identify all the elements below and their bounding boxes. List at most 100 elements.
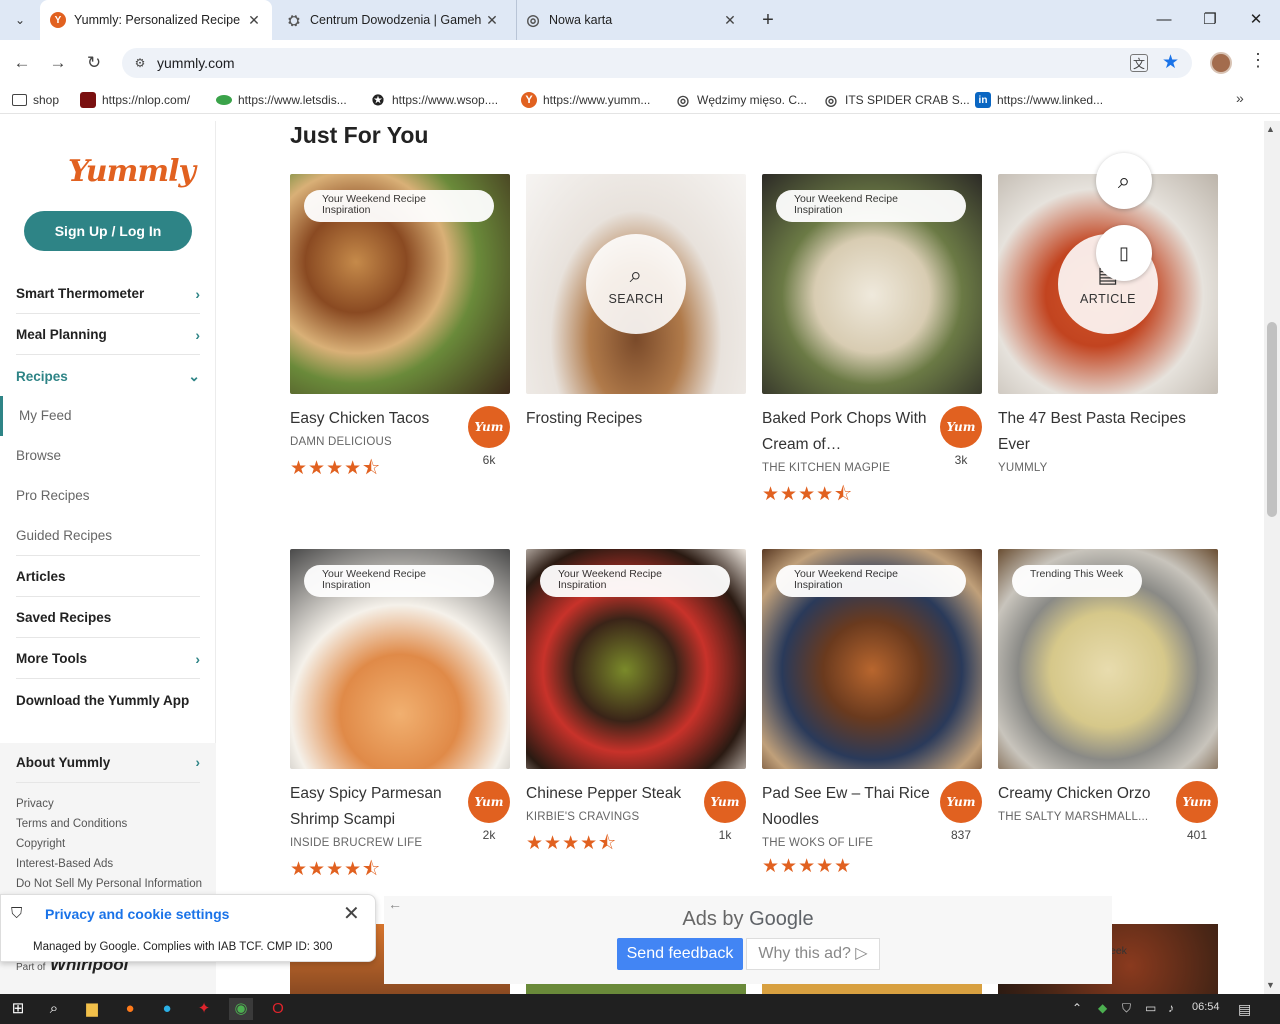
scrollbar-thumb[interactable] xyxy=(1267,322,1277,517)
volume-icon[interactable]: ♪ xyxy=(1168,1001,1174,1015)
close-icon[interactable]: ✕ xyxy=(343,901,360,926)
recipe-image[interactable]: Your Weekend Recipe Inspiration xyxy=(290,549,510,769)
search-icon[interactable]: ⌕ xyxy=(42,998,66,1020)
url-text[interactable]: yummly.com xyxy=(157,55,235,71)
sidebar-item-smart-thermometer[interactable]: Smart Thermometer › xyxy=(16,274,200,314)
tab-gamehag[interactable]: ⛭ Centrum Dowodzenia | Gameh ✕ xyxy=(278,0,510,40)
bookmark-spider-crab[interactable]: ◎ ITS SPIDER CRAB S... xyxy=(823,90,970,110)
close-window-icon[interactable]: ✕ xyxy=(1236,6,1276,34)
footer-link-terms[interactable]: Terms and Conditions xyxy=(16,818,127,830)
article-title[interactable]: The 47 Best Pasta Recipes Ever xyxy=(998,406,1218,458)
tab-new[interactable]: ◎ Nowa karta ✕ xyxy=(516,0,748,40)
search-overlay[interactable]: ⌕ SEARCH xyxy=(586,234,686,334)
close-tab-icon[interactable]: ✕ xyxy=(720,12,740,29)
bookmark-shop[interactable]: shop xyxy=(12,90,59,110)
taskbar-clock[interactable]: 06:54 xyxy=(1192,1001,1220,1013)
profile-avatar[interactable] xyxy=(1210,52,1232,74)
file-explorer-icon[interactable]: ▆ xyxy=(80,998,104,1020)
footer-link-privacy[interactable]: Privacy xyxy=(16,798,54,810)
bookmark-linkedin[interactable]: in https://www.linked... xyxy=(975,90,1103,110)
back-icon[interactable]: ← xyxy=(9,50,35,76)
recipe-image[interactable] xyxy=(762,984,982,994)
sidebar-item-saved-recipes[interactable]: Saved Recipes xyxy=(16,598,200,638)
recipe-card[interactable]: Your Weekend Recipe Inspiration Easy Spi… xyxy=(290,549,510,887)
opera-icon[interactable]: O xyxy=(266,998,290,1020)
close-tab-icon[interactable]: ✕ xyxy=(482,12,502,29)
recipe-title[interactable]: Pad See Ew – Thai Rice Noodles xyxy=(762,781,932,833)
scroll-down-icon[interactable]: ▼ xyxy=(1266,980,1275,990)
tab-search-chevron-icon[interactable]: ⌄ xyxy=(8,8,32,32)
recipe-card[interactable]: Your Weekend Recipe Inspiration Chinese … xyxy=(526,549,746,861)
address-bar[interactable]: ⚙ yummly.com 文 ★ xyxy=(122,48,1192,78)
bookmark-wedzimy[interactable]: ◎ Wędzimy mięso. C... xyxy=(675,90,807,110)
recipe-image[interactable]: Your Weekend Recipe Inspiration xyxy=(526,549,746,769)
recipe-card[interactable]: Your Weekend Recipe Inspiration Baked Po… xyxy=(762,174,982,512)
forward-icon[interactable]: → xyxy=(45,50,71,76)
yum-button[interactable]: Yum xyxy=(1176,781,1218,823)
recipe-image[interactable] xyxy=(526,984,746,994)
network-icon[interactable]: ▭ xyxy=(1145,1001,1156,1015)
bookmarks-overflow-icon[interactable]: » xyxy=(1236,90,1244,106)
tab-yummly[interactable]: Y Yummly: Personalized Recipe R ✕ xyxy=(40,0,272,40)
reload-icon[interactable]: ↻ xyxy=(81,50,107,76)
minimize-icon[interactable]: — xyxy=(1144,6,1184,34)
yum-button[interactable]: Yum xyxy=(940,781,982,823)
bookmark-star-icon[interactable]: ★ xyxy=(1162,51,1179,74)
recipe-image[interactable]: Trending This Week xyxy=(998,549,1218,769)
sidebar-item-meal-planning[interactable]: Meal Planning › xyxy=(16,315,200,355)
collection-image[interactable]: ⌕ SEARCH xyxy=(526,174,746,394)
footer-link-copyright[interactable]: Copyright xyxy=(16,838,65,850)
close-tab-icon[interactable]: ✕ xyxy=(244,12,264,29)
tray-security-icon[interactable]: ⛉ xyxy=(1122,1001,1131,1016)
footer-link-interest-ads[interactable]: Interest-Based Ads xyxy=(16,858,113,870)
yum-button[interactable]: Yum xyxy=(704,781,746,823)
bookmark-nlop[interactable]: https://nlop.com/ xyxy=(80,90,190,110)
chrome-icon[interactable]: ◉ xyxy=(229,998,253,1020)
floating-menu-icon[interactable]: ▯ xyxy=(1096,225,1152,281)
recipe-image[interactable]: Your Weekend Recipe Inspiration xyxy=(762,174,982,394)
recipe-title[interactable]: Creamy Chicken Orzo xyxy=(998,781,1168,807)
recipe-title[interactable]: Easy Spicy Parmesan Shrimp Scampi xyxy=(290,781,460,833)
scroll-up-icon[interactable]: ▲ xyxy=(1266,124,1275,134)
article-source[interactable]: YUMMLY xyxy=(998,462,1218,474)
restore-icon[interactable]: ❐ xyxy=(1190,6,1230,34)
recipe-image[interactable]: Your Weekend Recipe Inspiration xyxy=(290,174,510,394)
bookmark-wsop[interactable]: ✪ https://www.wsop.... xyxy=(370,90,498,110)
firefox-icon[interactable]: ● xyxy=(118,998,142,1020)
collection-card[interactable]: ⌕ SEARCH Frosting Recipes xyxy=(526,174,746,432)
sidebar-sub-my-feed[interactable]: My Feed xyxy=(0,396,200,436)
sidebar-sub-pro-recipes[interactable]: Pro Recipes xyxy=(16,476,200,516)
yummly-logo[interactable]: Yummly xyxy=(68,154,196,189)
new-tab-plus-icon[interactable]: + xyxy=(756,8,780,32)
sidebar-item-download-app[interactable]: Download the Yummly App xyxy=(16,680,200,720)
bookmark-yummly[interactable]: Yhttps://www.yumm... xyxy=(521,90,650,110)
site-info-icon[interactable]: ⚙ xyxy=(132,55,148,71)
privacy-settings-link[interactable]: Privacy and cookie settings xyxy=(45,906,229,922)
article-card[interactable]: ▤ARTICLE The 47 Best Pasta Recipes Ever … xyxy=(998,174,1218,474)
menu-kebab-icon[interactable]: ⋮ xyxy=(1248,50,1268,76)
windows-start-icon[interactable]: ⊞ xyxy=(6,998,30,1020)
recipe-image[interactable]: Your Weekend Recipe Inspiration xyxy=(762,549,982,769)
yum-button[interactable]: Yum xyxy=(468,781,510,823)
recipe-title[interactable]: Chinese Pepper Steak xyxy=(526,781,696,807)
collection-title[interactable]: Frosting Recipes xyxy=(526,406,696,432)
tray-chevron-icon[interactable]: ⌃ xyxy=(1072,1001,1082,1015)
page-scrollbar[interactable] xyxy=(1264,121,1280,994)
sidebar-item-more-tools[interactable]: More Tools › xyxy=(16,639,200,679)
sidebar-sub-browse[interactable]: Browse xyxy=(16,436,200,476)
recipe-title[interactable]: Baked Pork Chops With Cream of… xyxy=(762,406,932,458)
recipe-card[interactable]: Trending This Week Creamy Chicken Orzo T… xyxy=(998,549,1218,842)
bookmark-letsdis[interactable]: https://www.letsdis... xyxy=(216,90,347,110)
recipe-card[interactable]: Your Weekend Recipe Inspiration Easy Chi… xyxy=(290,174,510,486)
article-image[interactable]: ▤ARTICLE xyxy=(998,174,1218,394)
sidebar-item-recipes[interactable]: Recipes ⌄ xyxy=(16,356,200,396)
sidebar-item-articles[interactable]: Articles xyxy=(16,557,200,597)
notifications-icon[interactable]: ▤ xyxy=(1238,1001,1251,1018)
sidebar-sub-guided-recipes[interactable]: Guided Recipes xyxy=(16,516,200,556)
sign-up-button[interactable]: Sign Up / Log In xyxy=(24,211,192,251)
yum-button[interactable]: Yum xyxy=(940,406,982,448)
app-icon[interactable]: ✦ xyxy=(192,998,216,1020)
recipe-title[interactable]: Easy Chicken Tacos xyxy=(290,406,460,432)
yum-button[interactable]: Yum xyxy=(468,406,510,448)
sidebar-item-about[interactable]: About Yummly › xyxy=(16,743,200,783)
